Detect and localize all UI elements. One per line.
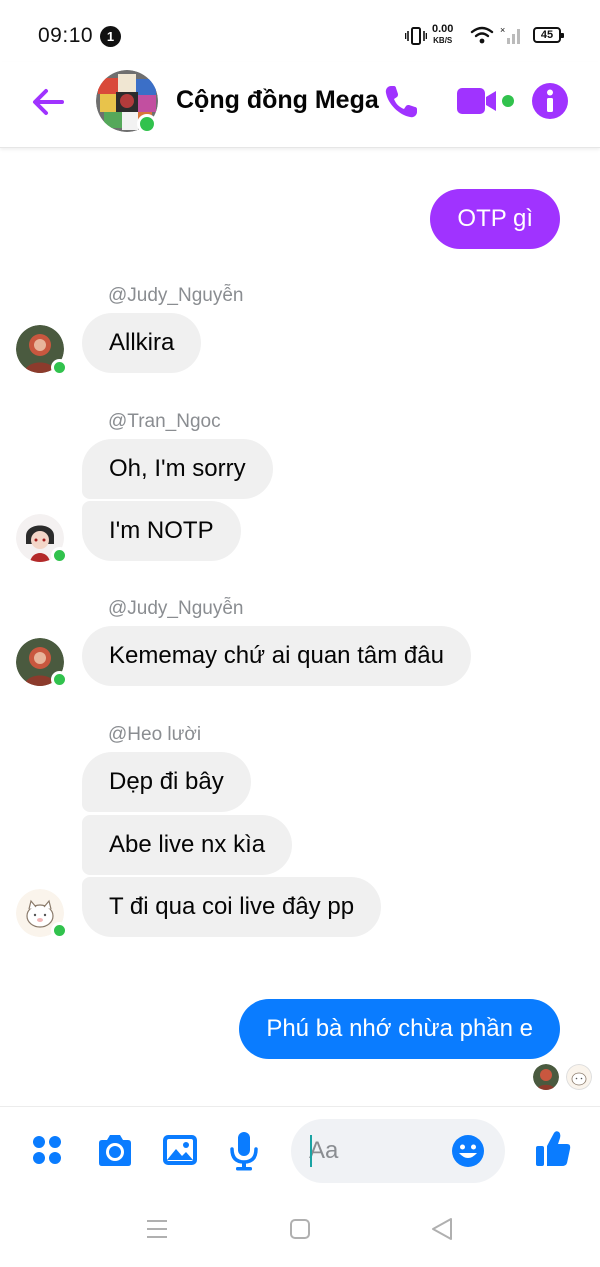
microphone-icon[interactable] (229, 1131, 259, 1171)
message-text: Phú bà nhớ chừa phần e (266, 1015, 533, 1042)
incoming-message[interactable]: I'm NOTP (82, 501, 241, 561)
camera-icon[interactable] (95, 1133, 135, 1169)
message-text: Oh, I'm sorry (109, 455, 246, 482)
message-text: Allkira (109, 329, 175, 356)
outgoing-message[interactable]: OTP gì (430, 189, 560, 249)
home-icon[interactable] (289, 1218, 311, 1240)
back-icon[interactable] (430, 1217, 454, 1241)
seen-avatar (533, 1064, 559, 1090)
online-indicator (51, 359, 68, 376)
back-arrow-icon[interactable] (28, 82, 68, 122)
system-nav-bar (0, 1196, 600, 1267)
signal-icon: × (500, 25, 520, 44)
network-speed-unit: KB/S (433, 36, 453, 45)
incoming-message[interactable]: Abe live nx kìa (82, 815, 293, 875)
incoming-message[interactable]: T đi qua coi live đây pp (82, 877, 382, 937)
svg-text:×: × (500, 25, 505, 35)
menu-icon[interactable] (146, 1219, 168, 1239)
status-time: 09:10 (38, 24, 94, 47)
online-indicator (51, 671, 68, 688)
conversation-title[interactable]: Cộng đồng Mega (176, 86, 379, 115)
status-bar: 09:10 1 0.00 KB/S × 45 (0, 0, 600, 70)
sender-name: @Judy_Nguyễn (108, 598, 244, 619)
notification-badge: 1 (100, 26, 121, 47)
incoming-message[interactable]: Dẹp đi bây (82, 752, 251, 812)
text-caret (310, 1135, 312, 1167)
vibrate-icon (405, 27, 427, 45)
phone-icon[interactable] (381, 82, 421, 122)
network-speed: 0.00 KB/S (432, 24, 453, 46)
message-text: Abe live nx kìa (109, 831, 266, 858)
sender-name: @Judy_Nguyễn (108, 285, 244, 306)
message-text: Kememay chứ ai quan tâm đâu (109, 642, 444, 669)
message-input[interactable] (309, 1133, 449, 1169)
sender-name: @Tran_Ngoc (108, 411, 221, 432)
message-text: OTP gì (457, 205, 533, 232)
incoming-message[interactable]: Kememay chứ ai quan tâm đâu (82, 626, 471, 686)
wifi-icon (470, 26, 494, 44)
thumbs-up-icon[interactable] (534, 1129, 572, 1169)
incoming-message[interactable]: Allkira (82, 313, 202, 373)
online-indicator (51, 547, 68, 564)
info-icon[interactable] (531, 82, 569, 120)
video-camera-icon[interactable] (455, 84, 499, 118)
message-text: Dẹp đi bây (109, 768, 224, 795)
gallery-icon[interactable] (162, 1132, 198, 1168)
outgoing-message[interactable]: Phú bà nhớ chừa phần e (239, 999, 560, 1059)
online-indicator (51, 922, 68, 939)
conversation-header: Cộng đồng Mega (0, 62, 600, 148)
emoji-icon[interactable] (451, 1134, 485, 1168)
message-text: I'm NOTP (109, 517, 214, 544)
message-text: T đi qua coi live đây pp (109, 893, 355, 920)
message-input-box[interactable] (291, 1119, 505, 1183)
group-online-indicator (137, 114, 157, 134)
incoming-message[interactable]: Oh, I'm sorry (82, 439, 273, 499)
sender-name: @Heo lười (108, 724, 202, 745)
message-composer (0, 1106, 600, 1196)
seen-avatar (566, 1064, 592, 1090)
video-active-dot (502, 95, 514, 107)
battery-icon: 45 (533, 27, 564, 43)
apps-menu-icon[interactable] (30, 1133, 64, 1167)
network-speed-value: 0.00 (432, 23, 454, 35)
